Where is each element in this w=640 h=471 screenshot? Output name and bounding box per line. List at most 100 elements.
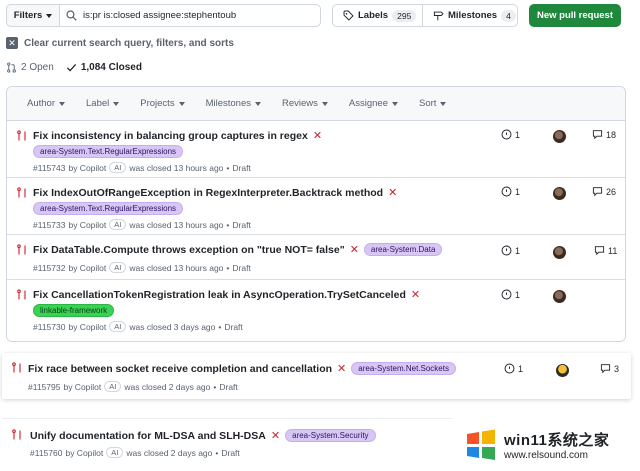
pr-number: #115795 [28, 381, 61, 392]
comments-count: 26 [606, 186, 617, 197]
pr-author[interactable]: by Copilot [65, 448, 103, 458]
pr-closed-time: was closed 2 days ago [126, 447, 213, 458]
author-filter[interactable]: Author [27, 98, 65, 109]
assignee-avatar[interactable] [553, 290, 566, 303]
pr-row[interactable]: Fix DataTable.Compute throws exception o… [7, 235, 625, 280]
clear-filters-link[interactable]: ✕ Clear current search query, filters, a… [6, 37, 234, 49]
label-container: linkable-framework [33, 304, 115, 317]
watermark: win11系统之家 www.relsound.com [458, 422, 636, 468]
pr-meta: #115733 by Copilot AI was closed 13 hour… [33, 219, 251, 230]
comments-count: 18 [606, 129, 617, 140]
menu-label: Milestones [205, 98, 251, 109]
chevron-down-icon [59, 101, 65, 106]
pr-row[interactable]: Fix race between socket receive completi… [2, 353, 631, 399]
label-filter[interactable]: Label [86, 98, 120, 109]
filters-button[interactable]: Filters [6, 4, 60, 27]
comments-count: 11 [608, 245, 618, 256]
pr-title[interactable]: Fix DataTable.Compute throws exception o… [33, 244, 345, 256]
pr-number: #115730 [33, 321, 66, 332]
pr-row[interactable]: Fix CancellationTokenRegistration leak i… [7, 280, 625, 341]
checks-indicator[interactable]: 1 [501, 245, 520, 256]
separator-dot: • [213, 381, 217, 392]
comments-link[interactable]: 26 [592, 186, 616, 197]
pr-number: #115760 [30, 447, 63, 458]
pr-author[interactable]: by Copilot [68, 263, 106, 273]
pr-author[interactable]: by Copilot [68, 163, 106, 173]
menu-label: Reviews [282, 98, 318, 109]
failed-check-icon[interactable]: ✕ [350, 243, 359, 256]
tag-icon [343, 10, 354, 21]
sort-filter[interactable]: Sort [419, 98, 447, 109]
comments-link[interactable]: 3 [600, 363, 619, 374]
pr-title-line: Fix IndexOutOfRangeException in RegexInt… [33, 186, 397, 200]
pr-closed-time: was closed 3 days ago [129, 321, 216, 332]
failed-check-icon[interactable]: ✕ [271, 429, 280, 442]
assignee-avatar[interactable] [553, 130, 566, 143]
pull-request-icon [6, 62, 17, 73]
assignee-avatar[interactable] [553, 246, 566, 259]
pr-label[interactable]: area-System.Security [285, 429, 376, 442]
separator-dot: • [226, 262, 230, 273]
comment-icon [594, 245, 605, 256]
pr-title[interactable]: Fix race between socket receive completi… [28, 363, 332, 375]
checks-indicator[interactable]: 1 [501, 186, 520, 197]
separator-dot: • [226, 219, 230, 230]
pr-row[interactable]: Unify documentation for ML-DSA and SLH-D… [2, 418, 452, 471]
closed-count: 1,084 Closed [80, 62, 142, 73]
checks-count: 1 [515, 289, 521, 300]
clear-filters-text: Clear current search query, filters, and… [24, 37, 234, 49]
comments-count: 3 [614, 363, 620, 374]
pr-number: #115733 [33, 219, 66, 230]
pr-list: Author Label Projects Milestones Reviews… [6, 86, 626, 342]
search-box[interactable] [60, 4, 321, 27]
pr-title[interactable]: Fix inconsistency in balancing group cap… [33, 130, 308, 142]
assignee-avatar[interactable] [556, 364, 569, 377]
search-input[interactable] [83, 10, 303, 21]
closed-pull-request-icon [11, 429, 23, 441]
assignee-filter[interactable]: Assignee [349, 98, 398, 109]
pr-label[interactable]: area-System.Data [363, 243, 443, 256]
checks-indicator[interactable]: 1 [504, 363, 523, 374]
assignee-avatar[interactable] [553, 187, 566, 200]
failed-check-icon[interactable]: ✕ [388, 186, 397, 199]
pr-author[interactable]: by Copilot [63, 382, 101, 392]
failed-check-icon[interactable]: ✕ [411, 288, 420, 301]
pr-meta: #115732 by Copilot AI was closed 13 hour… [33, 262, 251, 273]
comments-link[interactable]: 18 [592, 129, 616, 140]
checks-indicator[interactable]: 1 [501, 289, 520, 300]
closed-filter[interactable]: 1,084 Closed [66, 62, 142, 73]
new-pull-request-button[interactable]: New pull request [529, 4, 621, 27]
pr-row[interactable]: Fix inconsistency in balancing group cap… [7, 121, 625, 178]
pr-row[interactable]: Fix IndexOutOfRangeException in RegexInt… [7, 178, 625, 235]
checks-indicator[interactable]: 1 [501, 129, 520, 140]
milestones-filter[interactable]: Milestones [206, 98, 261, 109]
toolbar: Filters Labels 295 Milestones 4 New pull… [6, 4, 628, 27]
failed-check-icon[interactable]: ✕ [313, 129, 322, 142]
reviews-filter[interactable]: Reviews [282, 98, 328, 109]
separator-dot: • [215, 447, 219, 458]
pr-author[interactable]: by Copilot [68, 322, 106, 332]
menu-label: Sort [419, 98, 437, 109]
open-filter[interactable]: 2 Open [6, 62, 54, 73]
pr-title[interactable]: Fix IndexOutOfRangeException in RegexInt… [33, 187, 383, 199]
labels-button[interactable]: Labels 295 [332, 4, 423, 27]
open-count: 2 Open [21, 62, 54, 73]
pr-title[interactable]: Fix CancellationTokenRegistration leak i… [33, 289, 406, 301]
pr-author[interactable]: by Copilot [68, 220, 106, 230]
filter-bar: Author Label Projects Milestones Reviews… [7, 87, 625, 121]
pr-title-line: Fix race between socket receive completi… [28, 362, 456, 375]
comments-link[interactable]: 11 [594, 245, 617, 256]
milestones-button[interactable]: Milestones 4 [423, 4, 518, 27]
pr-label[interactable]: area-System.Net.Sockets [351, 362, 456, 375]
chevron-down-icon [392, 101, 398, 106]
failed-check-icon[interactable]: ✕ [337, 362, 346, 375]
pr-label[interactable]: area-System.Text.RegularExpressions [33, 145, 184, 158]
pr-meta: #115730 by Copilot AI was closed 3 days … [33, 321, 243, 332]
draft-status: Draft [221, 447, 240, 458]
closed-pull-request-icon [16, 289, 28, 301]
pr-title[interactable]: Unify documentation for ML-DSA and SLH-D… [30, 430, 266, 442]
pr-label[interactable]: linkable-framework [33, 304, 115, 317]
pr-title-line: Fix inconsistency in balancing group cap… [33, 129, 322, 143]
projects-filter[interactable]: Projects [140, 98, 185, 109]
pr-label[interactable]: area-System.Text.RegularExpressions [33, 202, 184, 215]
